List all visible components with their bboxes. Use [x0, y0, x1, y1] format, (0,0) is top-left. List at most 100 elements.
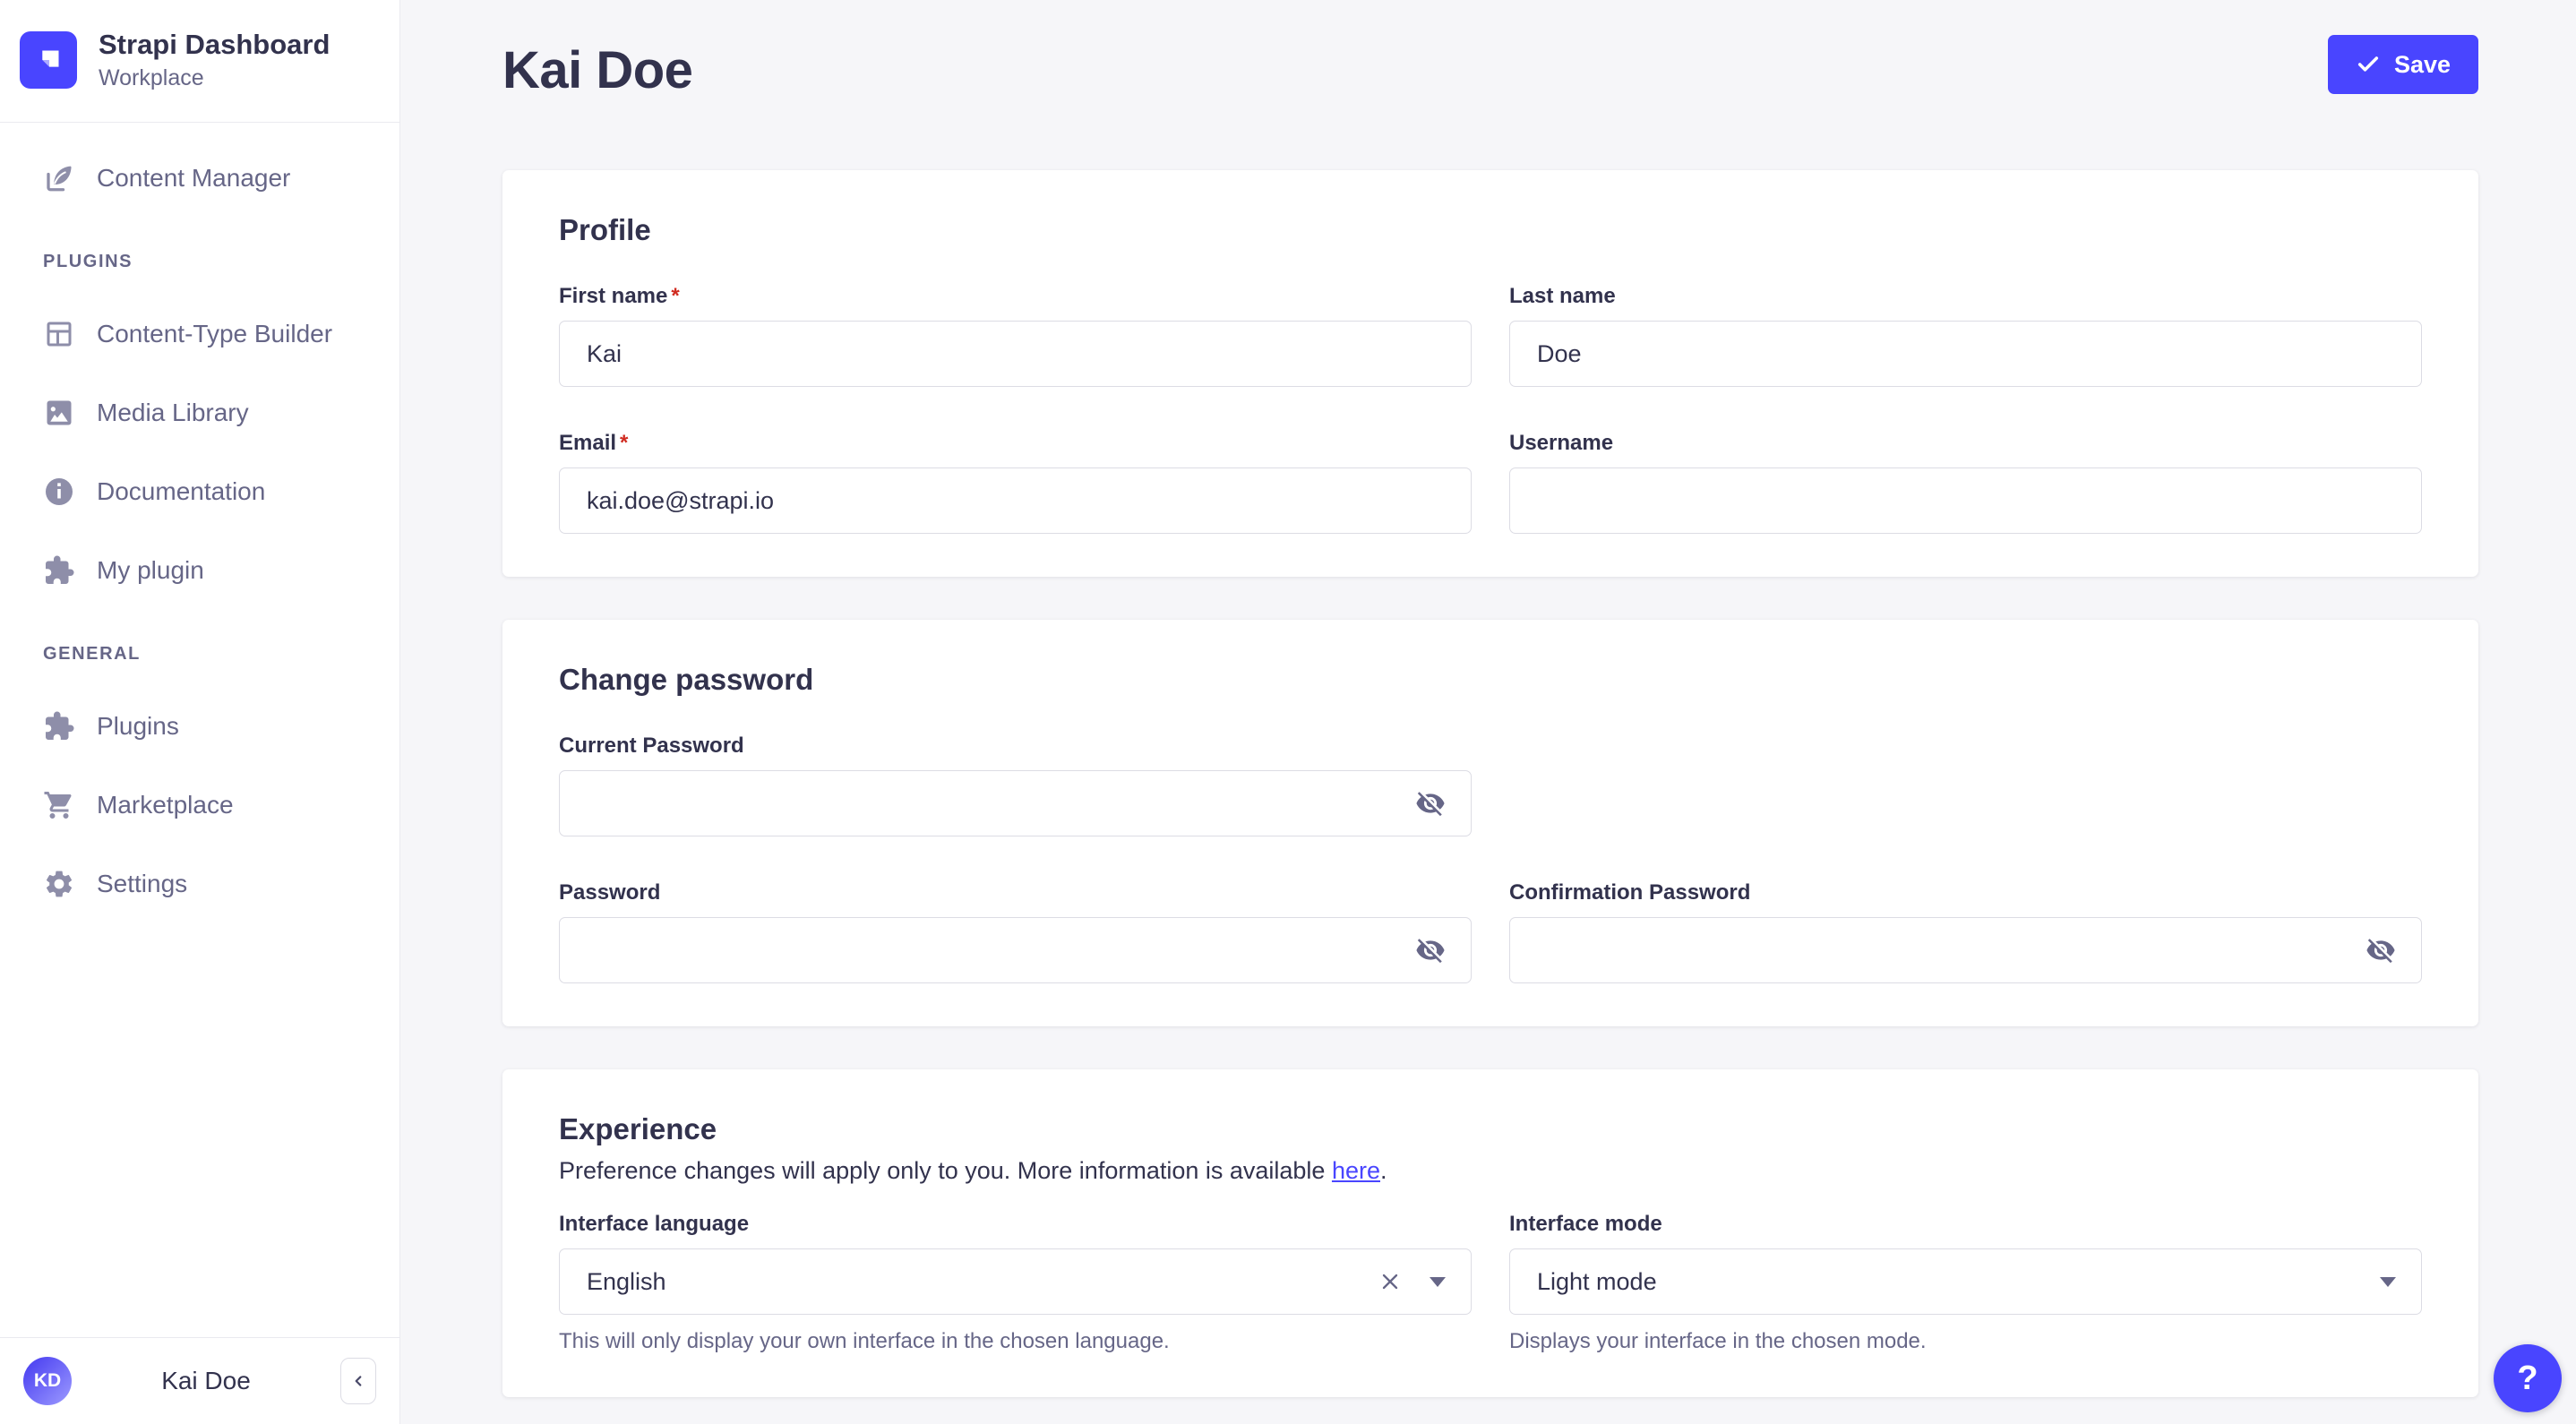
- last-name-input[interactable]: [1509, 321, 2422, 387]
- toggle-current-password-visibility-button[interactable]: [1411, 784, 1450, 823]
- change-password-card: Change password Current Password Passwor…: [502, 620, 2478, 1026]
- interface-mode-select[interactable]: Light mode: [1509, 1248, 2422, 1315]
- email-field: Email *: [559, 430, 1472, 534]
- sidebar-item-content-manager[interactable]: Content Manager: [0, 139, 399, 218]
- confirmation-password-field: Confirmation Password: [1509, 879, 2422, 983]
- sidebar-section-general: GENERAL: [43, 644, 141, 665]
- eye-off-icon: [1416, 792, 1445, 817]
- sidebar-item-my-plugin[interactable]: My plugin: [0, 531, 399, 610]
- interface-mode-hint: Displays your interface in the chosen mo…: [1509, 1329, 1927, 1353]
- sidebar-menu: Content Manager PLUGINS Content-Type Bui…: [0, 123, 399, 939]
- user-name: Kai Doe: [161, 1367, 251, 1394]
- password-field: Password: [559, 879, 1472, 983]
- gear-icon: [46, 871, 73, 897]
- cart-icon: [44, 791, 72, 819]
- toggle-password-visibility-button[interactable]: [1411, 931, 1450, 970]
- current-password-field: Current Password: [559, 733, 1472, 836]
- profile-card: Profile First name* Last name: [502, 170, 2478, 577]
- sidebar-item-label: Media Library: [97, 398, 249, 426]
- change-password-heading: Change password: [559, 663, 814, 696]
- password-grid: Current Password Password Confirmation P…: [559, 733, 2422, 983]
- workspace-switcher[interactable]: Strapi Dashboard Workplace: [0, 0, 399, 122]
- feather-pen-icon: [47, 166, 72, 192]
- interface-language-field: Interface language English This will onl…: [559, 1211, 1472, 1354]
- interface-mode-value: Light mode: [1537, 1267, 1657, 1295]
- sidebar-item-media-library[interactable]: Media Library: [0, 373, 399, 452]
- avatar[interactable]: KD: [23, 1357, 72, 1405]
- sidebar: Strapi Dashboard Workplace Content Manag…: [0, 0, 400, 1424]
- first-name-input[interactable]: [559, 321, 1472, 387]
- sidebar-item-label: My plugin: [97, 555, 204, 584]
- required-mark: *: [671, 284, 680, 308]
- help-button[interactable]: ?: [2494, 1344, 2562, 1412]
- username-input[interactable]: [1509, 468, 2422, 534]
- app-title: Strapi Dashboard: [99, 29, 331, 60]
- interface-mode-label: Interface mode: [1509, 1212, 1662, 1236]
- required-mark: *: [620, 431, 629, 455]
- current-password-label: Current Password: [559, 733, 744, 758]
- experience-grid: Interface language English This will onl…: [559, 1211, 2422, 1354]
- eye-off-icon: [2366, 939, 2395, 964]
- last-name-field: Last name: [1509, 283, 2422, 387]
- password-input[interactable]: [559, 917, 1472, 983]
- email-input[interactable]: [559, 468, 1472, 534]
- strapi-logo-icon: [20, 30, 77, 89]
- experience-heading: Experience: [559, 1112, 717, 1145]
- interface-language-label: Interface language: [559, 1212, 750, 1236]
- save-button[interactable]: Save: [2327, 35, 2478, 94]
- interface-language-select[interactable]: English: [559, 1248, 1472, 1315]
- layout-icon: [47, 322, 72, 347]
- sidebar-item-plugins[interactable]: Plugins: [0, 687, 399, 766]
- sidebar-item-label: Plugins: [97, 711, 179, 740]
- sidebar-item-label: Settings: [97, 869, 188, 897]
- puzzle-icon: [46, 711, 74, 740]
- interface-mode-field: Interface mode Light mode Displays your …: [1509, 1211, 2422, 1354]
- first-name-field: First name *: [559, 283, 1472, 387]
- workspace-name: Workplace: [99, 64, 204, 90]
- sidebar-section-plugins: PLUGINS: [43, 252, 133, 272]
- sidebar-item-marketplace[interactable]: Marketplace: [0, 766, 399, 845]
- password-label: Password: [559, 880, 661, 905]
- email-label: Email *: [559, 431, 629, 455]
- collapse-sidebar-button[interactable]: [340, 1358, 376, 1404]
- image-icon: [47, 400, 72, 425]
- last-name-label: Last name: [1509, 284, 1616, 308]
- main-content: Kai Doe Save Profile First name * Kai La…: [400, 0, 2576, 1424]
- save-button-label: Save: [2393, 50, 2451, 78]
- page-title: Kai Doe: [502, 41, 693, 99]
- username-label: Username: [1509, 431, 1614, 455]
- more-information-link[interactable]: here: [1332, 1157, 1380, 1184]
- profile-grid: First name* Last name Emai: [559, 283, 2422, 534]
- sidebar-item-settings[interactable]: Settings: [0, 845, 399, 923]
- sidebar-item-content-type-builder[interactable]: Content-Type Builder: [0, 295, 399, 373]
- eye-off-icon: [1416, 939, 1445, 964]
- sidebar-item-documentation[interactable]: Documentation: [0, 452, 399, 531]
- puzzle-icon: [46, 555, 74, 584]
- first-name-label: First name *: [559, 284, 680, 308]
- chevron-down-icon: [1430, 1276, 1446, 1287]
- clear-x-icon: [1382, 1274, 1398, 1290]
- experience-description: Preference changes will apply only to yo…: [559, 1157, 1387, 1184]
- check-icon: [2357, 56, 2379, 72]
- toggle-confirmation-password-visibility-button[interactable]: [2361, 931, 2400, 970]
- interface-language-value: English: [587, 1267, 666, 1295]
- experience-card: Experience Preference changes will apply…: [502, 1069, 2478, 1397]
- page-header: Kai Doe Save: [400, 0, 2576, 102]
- info-icon: [46, 477, 73, 505]
- chevron-down-icon: [2380, 1276, 2396, 1287]
- empty-cell: [1509, 733, 2422, 836]
- sidebar-item-label: Content Manager: [97, 163, 291, 192]
- confirmation-password-label: Confirmation Password: [1509, 880, 1751, 905]
- chevron-left-icon: [355, 1376, 362, 1386]
- username-field: Username: [1509, 430, 2422, 534]
- clear-language-button[interactable]: [1374, 1265, 1406, 1298]
- interface-language-hint: This will only display your own interfac…: [559, 1329, 1170, 1353]
- sidebar-item-label: Documentation: [97, 476, 266, 505]
- profile-heading: Profile: [559, 213, 651, 246]
- current-password-input[interactable]: [559, 770, 1472, 836]
- sidebar-footer: KD Kai Doe: [0, 1337, 399, 1424]
- confirmation-password-input[interactable]: [1509, 917, 2422, 983]
- form-sections: Profile First name* Last name: [400, 170, 2576, 1397]
- brand-text: Strapi Dashboard Workplace: [99, 29, 330, 91]
- sidebar-item-label: Marketplace: [97, 790, 234, 819]
